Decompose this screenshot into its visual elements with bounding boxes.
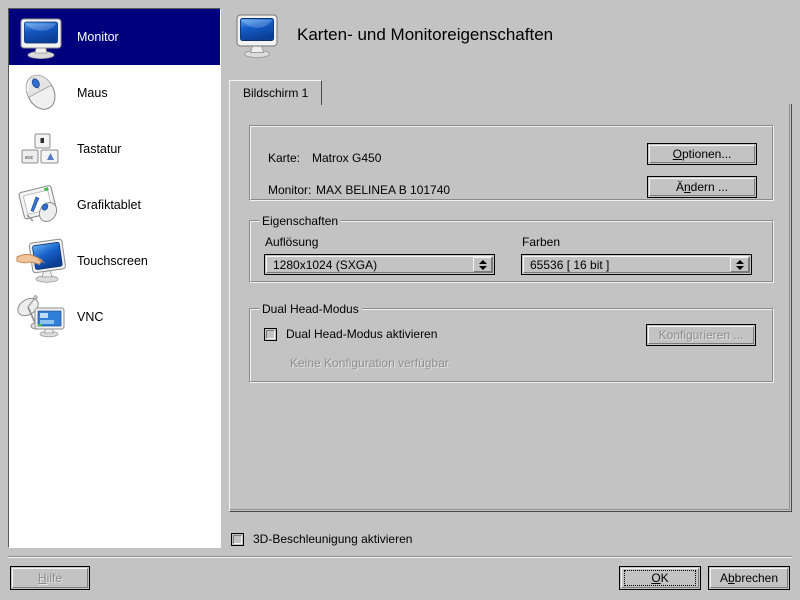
cancel-button[interactable]: Abbrechen (708, 566, 790, 590)
page-title: Karten- und Monitoreigenschaften (297, 25, 554, 44)
graphics-tablet-icon (15, 181, 67, 229)
sidebar-item-vnc[interactable]: VNC (9, 289, 220, 345)
sidebar-list[interactable]: Monitor Maus esc Tastatur Grafiktablet T… (8, 8, 221, 548)
display-settings-window: Monitor Maus esc Tastatur Grafiktablet T… (0, 0, 800, 600)
device-info-box: Karte: Matrox G450 Monitor: MAX BELINEA … (249, 125, 774, 201)
keyboard-icon: esc (15, 125, 67, 173)
help-button: Hilfe (10, 566, 90, 590)
chevron-down-icon (478, 265, 487, 270)
ok-button-label-rest: K (660, 571, 669, 585)
chevron-down-icon (735, 265, 744, 270)
help-button-label-rest: ilfe (46, 571, 62, 585)
checkbox-box[interactable] (231, 532, 244, 546)
tab-panel: Karte: Matrox G450 Monitor: MAX BELINEA … (229, 104, 792, 512)
properties-group: Eigenschaften Auflösung 1280x1024 (SXGA)… (249, 214, 774, 283)
tab-label: Bildschirm 1 (243, 86, 309, 100)
colors-value: 65536 [ 16 bit ] (530, 257, 610, 272)
configure-button: Konfigurieren ... (646, 324, 756, 346)
dualhead-group: Dual Head-Modus Dual Head-Modus aktivier… (249, 302, 774, 383)
sidebar-item-label: VNC (77, 310, 104, 324)
tab-strip[interactable]: Bildschirm 1 (229, 80, 792, 105)
monitor-icon (233, 10, 281, 60)
sidebar-item-monitor[interactable]: Monitor (9, 9, 220, 65)
cancel-button-label-rest: brechen (734, 571, 779, 585)
sidebar-item-label: Monitor (77, 30, 119, 44)
colors-combo[interactable]: 65536 [ 16 bit ] (521, 254, 752, 275)
monitor-value: MAX BELINEA B 101740 (316, 183, 451, 197)
monitor-label: Monitor: (268, 183, 312, 197)
resolution-label: Auflösung (265, 235, 319, 249)
sidebar-item-label: Touchscreen (77, 254, 148, 268)
configure-button-label: Konfigurieren ... (658, 328, 744, 342)
resolution-combo[interactable]: 1280x1024 (SXGA) (264, 254, 495, 275)
change-button[interactable]: Ändern ... (647, 176, 757, 198)
sidebar-item-label: Maus (77, 86, 108, 100)
sidebar-item-grafiktablet[interactable]: Grafiktablet (9, 177, 220, 233)
checkbox-box[interactable] (264, 327, 277, 341)
chevron-up-icon (478, 259, 487, 264)
sidebar-item-label: Tastatur (77, 142, 122, 156)
page-header: Karten- und Monitoreigenschaften (233, 10, 553, 60)
dualhead-group-title: Dual Head-Modus (259, 302, 362, 316)
dualhead-enable-checkbox[interactable]: Dual Head-Modus aktivieren (264, 327, 437, 341)
sidebar-item-maus[interactable]: Maus (9, 65, 220, 121)
chevron-up-icon (735, 259, 744, 264)
touchscreen-icon (15, 237, 67, 285)
dualhead-enable-label: Dual Head-Modus aktivieren (286, 327, 438, 341)
options-button[interactable]: Optionen... (647, 143, 757, 165)
accel-3d-checkbox[interactable]: 3D-Beschleunigung aktivieren (231, 532, 412, 546)
dualhead-status-text: Keine Konfiguration verfügbar (290, 356, 449, 370)
vnc-icon (15, 293, 67, 341)
accel-3d-label: 3D-Beschleunigung aktivieren (253, 532, 413, 546)
sidebar-item-label: Grafiktablet (77, 198, 141, 212)
ok-button[interactable]: OK (619, 566, 701, 590)
tab-bildschirm-1[interactable]: Bildschirm 1 (229, 80, 323, 105)
properties-group-title: Eigenschaften (259, 214, 342, 228)
change-button-label-rest: dern ... (690, 180, 729, 194)
mouse-icon (15, 69, 67, 117)
svg-text:esc: esc (25, 155, 34, 161)
card-label: Karte: (268, 151, 301, 165)
card-value: Matrox G450 (312, 151, 382, 165)
resolution-value: 1280x1024 (SXGA) (273, 257, 378, 272)
resolution-spinner[interactable] (473, 257, 492, 272)
monitor-icon (15, 13, 67, 61)
colors-label: Farben (522, 235, 561, 249)
sidebar-item-tastatur[interactable]: esc Tastatur (9, 121, 220, 177)
colors-spinner[interactable] (730, 257, 749, 272)
options-button-label-rest: ptionen... (681, 147, 732, 161)
sidebar-item-touchscreen[interactable]: Touchscreen (9, 233, 220, 289)
footer-separator (8, 556, 792, 558)
